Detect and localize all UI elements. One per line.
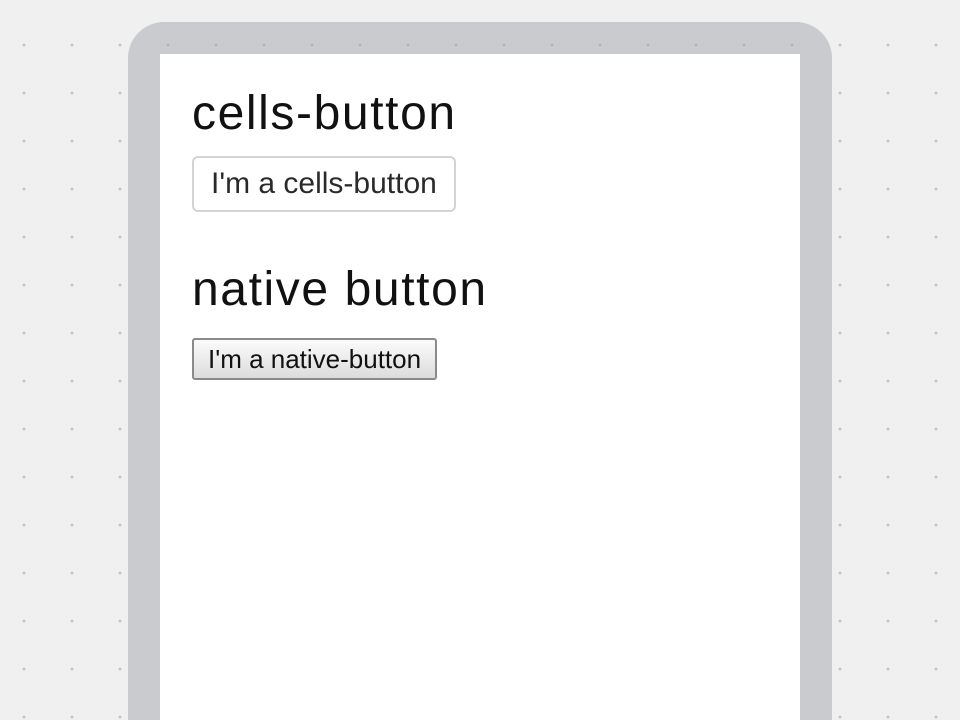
cells-button-section: cells-button I'm a cells-button <box>192 84 457 212</box>
cells-button[interactable]: I'm a cells-button <box>192 156 456 212</box>
native-button-section: native button I'm a native-button <box>192 260 488 380</box>
native-button[interactable]: I'm a native-button <box>192 338 438 380</box>
device-frame: cells-button I'm a cells-button native b… <box>128 22 832 720</box>
native-button-heading: native button <box>192 263 488 316</box>
cells-button-heading: cells-button <box>192 87 457 140</box>
device-screen: cells-button I'm a cells-button native b… <box>160 54 800 720</box>
